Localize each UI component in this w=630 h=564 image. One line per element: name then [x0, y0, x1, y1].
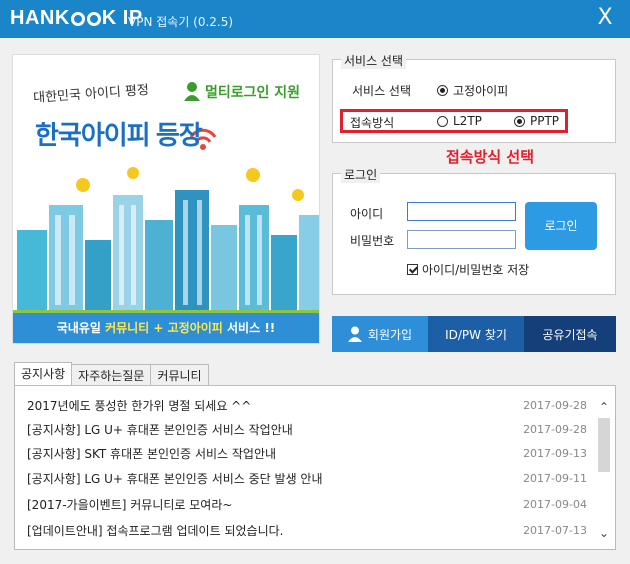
find-id-pw-button[interactable]: ID/PW 찾기 — [428, 316, 524, 352]
save-credentials-checkbox[interactable]: 아이디/비밀번호 저장 — [407, 261, 529, 278]
banner-footer-post: 서비스 !! — [222, 321, 276, 335]
logo-o-icon — [70, 12, 85, 26]
promo-banner: 대한민국 아이디 평정 한국아이피 등장 멀티로그인 지원 국내유일 커뮤니티 … — [12, 54, 320, 344]
list-item[interactable]: [업데이트안내] 접속프로그램 업데이트 되었습니다. 2017-07-13 — [27, 520, 587, 542]
title-bar: HANK K IP VPN 접속기 (0.2.5) X — [0, 0, 630, 38]
login-button[interactable]: 로그인 — [525, 202, 597, 250]
notice-title: [2017-가을이벤트] 커뮤니티로 모여라~ — [27, 498, 233, 512]
password-label: 비밀번호 — [350, 234, 395, 248]
login-group-title: 로그인 — [341, 166, 381, 183]
radio-selected-icon — [437, 85, 448, 96]
join-button[interactable]: 회원가입 — [332, 316, 428, 352]
close-button[interactable]: X — [594, 7, 616, 29]
join-label: 회원가입 — [367, 327, 413, 342]
notice-title: 2017년에도 풍성한 한가위 명절 되세요 ^^ — [27, 399, 252, 413]
notice-list: 2017년에도 풍성한 한가위 명절 되세요 ^^ 2017-09-28 [공지… — [14, 385, 616, 550]
notice-date: 2017-09-28 — [523, 399, 587, 412]
list-item[interactable]: 2017년에도 풍성한 한가위 명절 되세요 ^^ 2017-09-28 — [27, 395, 587, 417]
find-id-pw-label: ID/PW 찾기 — [445, 327, 507, 342]
id-input[interactable] — [407, 202, 516, 221]
notice-scrollbar[interactable]: ⌃ ⌄ — [597, 400, 611, 540]
chevron-down-icon[interactable]: ⌄ — [597, 526, 611, 540]
multi-login-text: 멀티로그인 지원 — [205, 85, 301, 101]
banner-footer-pre: 국내유일 — [56, 321, 106, 335]
id-label: 아이디 — [350, 207, 384, 221]
notice-title: [공지사항] LG U+ 휴대폰 본인인증 서비스 중단 발생 안내 — [27, 472, 323, 486]
list-item[interactable]: [공지사항] LG U+ 휴대폰 본인인증 서비스 중단 발생 안내 2017-… — [27, 468, 587, 490]
banner-footer: 국내유일 커뮤니티 + 고정아이피 서비스 !! — [13, 313, 319, 343]
notice-date: 2017-09-11 — [523, 472, 587, 485]
method-highlight-box — [340, 109, 568, 133]
notice-title: [공지사항] LG U+ 휴대폰 본인인증 서비스 작업안내 — [27, 423, 293, 437]
multi-login-badge: 멀티로그인 지원 — [183, 81, 300, 102]
logo-o-icon — [86, 12, 101, 26]
banner-headline: 한국아이피 등장 — [35, 120, 203, 150]
password-input[interactable] — [407, 230, 516, 249]
notice-date: 2017-07-13 — [523, 524, 587, 537]
person-icon — [347, 326, 362, 342]
app-title: VPN 접속기 (0.2.5) — [128, 15, 234, 29]
service-label: 서비스 선택 — [352, 84, 412, 98]
service-radio-fixed-ip[interactable]: 고정아이피 — [437, 82, 508, 99]
list-item[interactable]: [2017-가을이벤트] 커뮤니티로 모여라~ 2017-09-04 — [27, 494, 587, 516]
hankook-ip-logo: HANK K IP — [10, 7, 143, 30]
method-annotation: 접속방식 선택 — [446, 148, 535, 166]
service-option-label: 고정아이피 — [453, 84, 509, 98]
notice-date: 2017-09-28 — [523, 423, 587, 436]
list-item[interactable]: [공지사항] LG U+ 휴대폰 본인인증 서비스 작업안내 2017-09-2… — [27, 419, 587, 441]
tab-notices[interactable]: 공지사항 — [14, 362, 73, 387]
save-credentials-label: 아이디/비밀번호 저장 — [422, 263, 530, 277]
notice-date: 2017-09-04 — [523, 498, 587, 511]
list-item[interactable]: [공지사항] SKT 휴대폰 본인인증 서비스 작업안내 2017-09-13 — [27, 443, 587, 465]
logo-text-pre: HANK — [10, 7, 70, 29]
action-nav-bar: 회원가입 ID/PW 찾기 공유기접속 — [332, 316, 616, 352]
scroll-thumb[interactable] — [598, 418, 610, 472]
service-group-title: 서비스 선택 — [341, 52, 407, 69]
router-connect-label: 공유기접속 — [542, 327, 598, 342]
notice-title: [공지사항] SKT 휴대폰 본인인증 서비스 작업안내 — [27, 447, 277, 461]
notice-title: [업데이트안내] 접속프로그램 업데이트 되었습니다. — [27, 524, 284, 538]
person-icon — [183, 81, 201, 101]
chevron-up-icon[interactable]: ⌃ — [597, 400, 611, 414]
checkbox-checked-icon — [407, 264, 418, 275]
banner-footer-highlight: 커뮤니티 + 고정아이피 — [105, 321, 223, 335]
router-connect-button[interactable]: 공유기접속 — [524, 316, 616, 352]
notice-date: 2017-09-13 — [523, 447, 587, 460]
